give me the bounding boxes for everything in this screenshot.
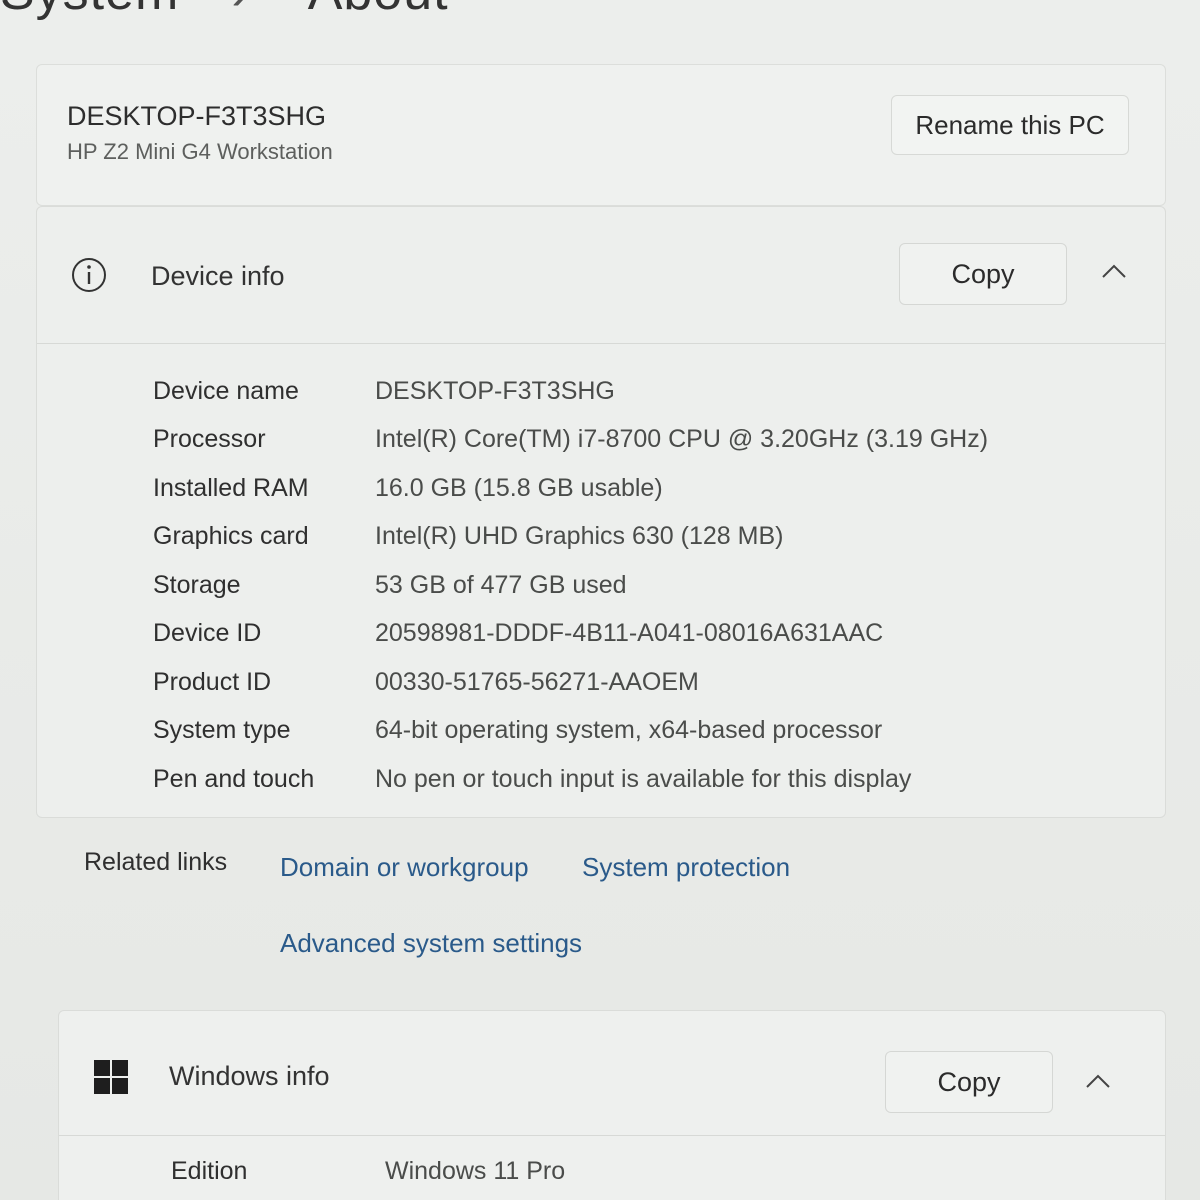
advanced-system-settings-link[interactable]: Advanced system settings [280, 928, 582, 959]
device-info-title: Device info [151, 261, 285, 291]
pc-name-card: DESKTOP-F3T3SHG HP Z2 Mini G4 Workstatio… [36, 64, 1166, 206]
breadcrumb: System › About [0, 0, 449, 22]
spec-label: Pen and touch [153, 764, 315, 793]
spec-value: 16.0 GB (15.8 GB usable) [375, 473, 663, 502]
page-title: About [308, 0, 449, 21]
spec-value: Intel(R) Core(TM) i7-8700 CPU @ 3.20GHz … [375, 425, 989, 454]
windows-info-title: Windows info [169, 1061, 330, 1091]
windows-info-card: Windows info Copy Edition Windows 11 Pro [58, 1010, 1166, 1200]
spec-value: No pen or touch input is available for t… [375, 764, 912, 793]
spec-row-installed-ram: Installed RAM 16.0 GB (15.8 GB usable) [153, 464, 1133, 513]
spec-row-pen-and-touch: Pen and touch No pen or touch input is a… [153, 755, 1133, 804]
spec-label: Product ID [153, 667, 272, 696]
device-info-copy-button[interactable]: Copy [899, 243, 1067, 305]
spec-value: 53 GB of 477 GB used [375, 570, 627, 599]
rename-pc-button[interactable]: Rename this PC [891, 95, 1129, 155]
spec-value: DESKTOP-F3T3SHG [375, 376, 615, 405]
spec-value: Windows 11 Pro [385, 1157, 566, 1185]
spec-row-edition: Edition Windows 11 Pro [171, 1157, 565, 1186]
spec-label: System type [153, 716, 291, 745]
breadcrumb-separator: › [231, 0, 249, 21]
spec-row-product-id: Product ID 00330-51765-56271-AAOEM [153, 658, 1133, 707]
domain-or-workgroup-link[interactable]: Domain or workgroup [280, 852, 529, 883]
info-icon [72, 258, 106, 292]
spec-value: Intel(R) UHD Graphics 630 (128 MB) [375, 522, 784, 551]
spec-label: Device name [153, 376, 299, 405]
spec-row-system-type: System type 64-bit operating system, x64… [153, 707, 1133, 756]
windows-info-header[interactable]: Windows info Copy [59, 1011, 1165, 1136]
system-protection-link[interactable]: System protection [582, 852, 790, 883]
windows-info-copy-button[interactable]: Copy [885, 1051, 1053, 1113]
device-spec-list: Device name DESKTOP-F3T3SHG Processor In… [153, 367, 1133, 804]
spec-value: 20598981-DDDF-4B11-A041-08016A631AAC [375, 619, 884, 648]
pc-model: HP Z2 Mini G4 Workstation [67, 139, 333, 164]
device-info-header[interactable]: Device info Copy [37, 207, 1165, 344]
spec-value: 64-bit operating system, x64-based proce… [375, 716, 883, 745]
spec-row-processor: Processor Intel(R) Core(TM) i7-8700 CPU … [153, 416, 1133, 465]
chevron-up-icon[interactable] [1083, 1071, 1113, 1091]
settings-about-page: System › About DESKTOP-F3T3SHG HP Z2 Mini … [0, 0, 1200, 1200]
spec-row-storage: Storage 53 GB of 477 GB used [153, 561, 1133, 610]
chevron-up-icon[interactable] [1099, 261, 1129, 281]
spec-label: Device ID [153, 619, 262, 648]
spec-label: Edition [171, 1157, 248, 1185]
spec-row-graphics-card: Graphics card Intel(R) UHD Graphics 630 … [153, 513, 1133, 562]
spec-value: 00330-51765-56271-AAOEM [375, 667, 699, 696]
windows-logo-icon [94, 1060, 128, 1094]
spec-label: Processor [153, 425, 266, 454]
pc-name: DESKTOP-F3T3SHG [67, 101, 327, 131]
spec-row-device-id: Device ID 20598981-DDDF-4B11-A041-08016A… [153, 610, 1133, 659]
breadcrumb-system[interactable]: System [0, 0, 179, 21]
spec-label: Installed RAM [153, 473, 309, 502]
device-info-card: Device info Copy Device name DESKTOP-F3T… [36, 206, 1166, 818]
related-links-label: Related links [84, 848, 228, 876]
spec-label: Storage [153, 570, 241, 599]
spec-row-device-name: Device name DESKTOP-F3T3SHG [153, 367, 1133, 416]
spec-label: Graphics card [153, 522, 309, 551]
